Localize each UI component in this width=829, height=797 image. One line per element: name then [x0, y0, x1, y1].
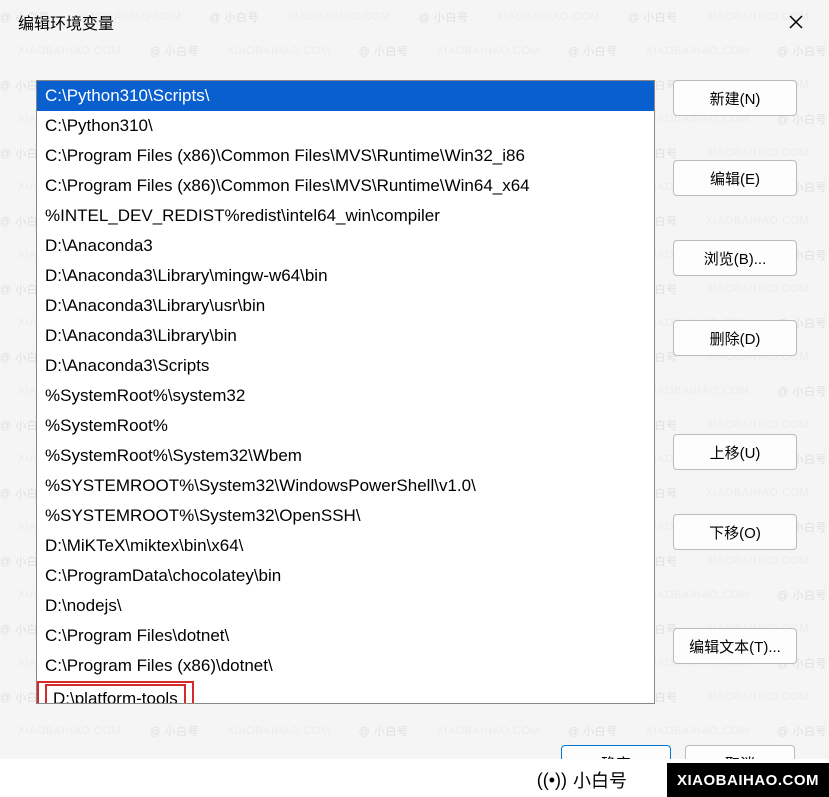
list-item[interactable]: %INTEL_DEV_REDIST%redist\intel64_win\com… [37, 201, 654, 231]
list-item[interactable]: C:\Program Files (x86)\Common Files\MVS\… [37, 141, 654, 171]
list-item[interactable]: C:\Program Files\dotnet\ [37, 621, 654, 651]
path-listbox[interactable]: C:\Python310\Scripts\C:\Python310\C:\Pro… [36, 80, 655, 704]
new-button[interactable]: 新建(N) [673, 80, 797, 116]
move-down-button[interactable]: 下移(O) [673, 514, 797, 550]
list-item[interactable]: C:\Python310\ [37, 111, 654, 141]
list-item[interactable]: %SystemRoot%\System32\Wbem [37, 441, 654, 471]
close-button[interactable] [781, 7, 811, 37]
brand-label: ((•)) 小白号 [529, 763, 635, 797]
delete-button[interactable]: 删除(D) [673, 320, 797, 356]
list-item[interactable]: %SystemRoot%\system32 [37, 381, 654, 411]
move-up-button[interactable]: 上移(U) [673, 434, 797, 470]
brand-name-text: 小白号 [573, 767, 627, 793]
titlebar: 编辑环境变量 [4, 4, 825, 40]
list-item[interactable]: D:\MiKTeX\miktex\bin\x64\ [37, 531, 654, 561]
list-item[interactable]: D:\Anaconda3\Library\usr\bin [37, 291, 654, 321]
button-column: 新建(N) 编辑(E) 浏览(B)... 删除(D) 上移(U) 下移(O) 编… [673, 80, 797, 704]
edit-button[interactable]: 编辑(E) [673, 160, 797, 196]
list-item[interactable]: C:\Program Files (x86)\Common Files\MVS\… [37, 171, 654, 201]
dialog-title: 编辑环境变量 [18, 10, 114, 34]
list-item[interactable]: C:\Python310\Scripts\ [37, 81, 654, 111]
list-item[interactable]: %SYSTEMROOT%\System32\OpenSSH\ [37, 501, 654, 531]
list-item[interactable]: D:\nodejs\ [37, 591, 654, 621]
list-item[interactable]: D:\Anaconda3\Scripts [37, 351, 654, 381]
edit-text-button[interactable]: 编辑文本(T)... [673, 628, 797, 664]
browse-button[interactable]: 浏览(B)... [673, 240, 797, 276]
list-item[interactable]: D:\Anaconda3\Library\bin [37, 321, 654, 351]
list-item[interactable]: %SystemRoot% [37, 411, 654, 441]
list-item[interactable]: C:\Program Files (x86)\dotnet\ [37, 651, 654, 681]
close-icon [789, 15, 803, 29]
list-item[interactable]: D:\Anaconda3\Library\mingw-w64\bin [37, 261, 654, 291]
list-item[interactable]: %SYSTEMROOT%\System32\WindowsPowerShell\… [37, 471, 654, 501]
broadcast-icon: ((•)) [537, 770, 567, 791]
list-item[interactable]: D:\platform-tools [45, 684, 186, 704]
dialog-content: C:\Python310\Scripts\C:\Python310\C:\Pro… [4, 40, 825, 704]
brand-url-badge: XIAOBAIHAO.COM [667, 763, 829, 797]
edit-env-dialog: 编辑环境变量 C:\Python310\Scripts\C:\Python310… [4, 4, 825, 793]
list-item[interactable]: C:\ProgramData\chocolatey\bin [37, 561, 654, 591]
list-item[interactable]: D:\Anaconda3 [37, 231, 654, 261]
